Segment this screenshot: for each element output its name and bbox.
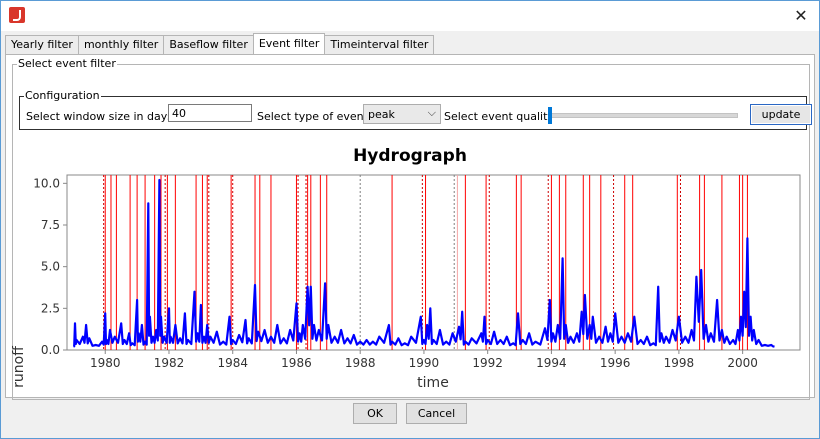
event-type-label: Select type of event	[257, 110, 368, 123]
window-size-label: Select window size in days	[26, 110, 173, 123]
configuration-title: Configuration	[24, 89, 101, 102]
filter-tabs: Yearly filter monthly filter Baseflow fi…	[5, 33, 435, 55]
update-button[interactable]: update	[750, 104, 812, 125]
tab-timeinterval-filter[interactable]: Timeinterval filter	[324, 35, 435, 54]
y-tick-label: 10.0	[33, 176, 60, 190]
plot-frame	[66, 174, 801, 351]
x-tick-label: 1998	[664, 356, 695, 370]
tab-monthly-filter[interactable]: monthly filter	[77, 35, 165, 54]
close-icon[interactable]: ✕	[791, 6, 811, 26]
group-title: Select event filter	[17, 57, 117, 70]
tab-yearly-filter[interactable]: Yearly filter	[5, 35, 79, 54]
slider-thumb[interactable]	[548, 107, 552, 124]
x-tick-label: 1982	[154, 356, 185, 370]
event-type-select[interactable]: peak ⌵	[363, 104, 441, 124]
x-tick-label: 1984	[217, 356, 248, 370]
y-axis-label: runoff	[11, 346, 27, 388]
x-tick-label: 1994	[536, 356, 567, 370]
y-tick-label: 2.5	[41, 301, 60, 315]
title-bar: ✕	[1, 1, 819, 31]
x-tick-label: 1992	[472, 356, 503, 370]
x-tick-label: 1988	[345, 356, 376, 370]
app-logo-icon	[9, 7, 25, 23]
tab-baseflow-filter[interactable]: Baseflow filter	[163, 35, 254, 54]
cancel-button[interactable]: Cancel	[406, 403, 467, 424]
x-axis-label: time	[417, 375, 449, 391]
y-tick-label: 5.0	[41, 260, 60, 274]
plot-area: 0.0 2.5 5.0 7.5 10.0 1980 1982 1984 1986 1988 1990…	[33, 174, 801, 370]
chevron-down-icon: ⌵	[427, 106, 436, 119]
y-tick-label: 7.5	[41, 218, 60, 232]
x-tick-label: 1990	[409, 356, 440, 370]
x-tick-label: 1996	[600, 356, 631, 370]
configuration-group: Configuration Select window size in days…	[19, 89, 812, 130]
event-type-value: peak	[368, 108, 395, 121]
chart-title: Hydrograph	[353, 146, 467, 166]
hydrograph-chart: Hydrograph 0.0 2.5 5.0 7.5 10.0 1980 1982 1984 1…	[11, 146, 801, 391]
ok-button[interactable]: OK	[353, 403, 397, 424]
event-quality-label: Select event quality	[444, 110, 554, 123]
x-tick-label: 1986	[281, 356, 312, 370]
event-filter-dialog: ✕ Yearly filter monthly filter Baseflow …	[0, 0, 820, 439]
window-size-input[interactable]	[168, 104, 252, 122]
x-tick-label: 1980	[90, 356, 121, 370]
x-tick-label: 2000	[727, 356, 758, 370]
tab-event-filter[interactable]: Event filter	[252, 33, 326, 54]
slider-track	[548, 113, 738, 118]
y-tick-label: 0.0	[41, 343, 60, 357]
event-quality-slider[interactable]	[548, 106, 738, 124]
